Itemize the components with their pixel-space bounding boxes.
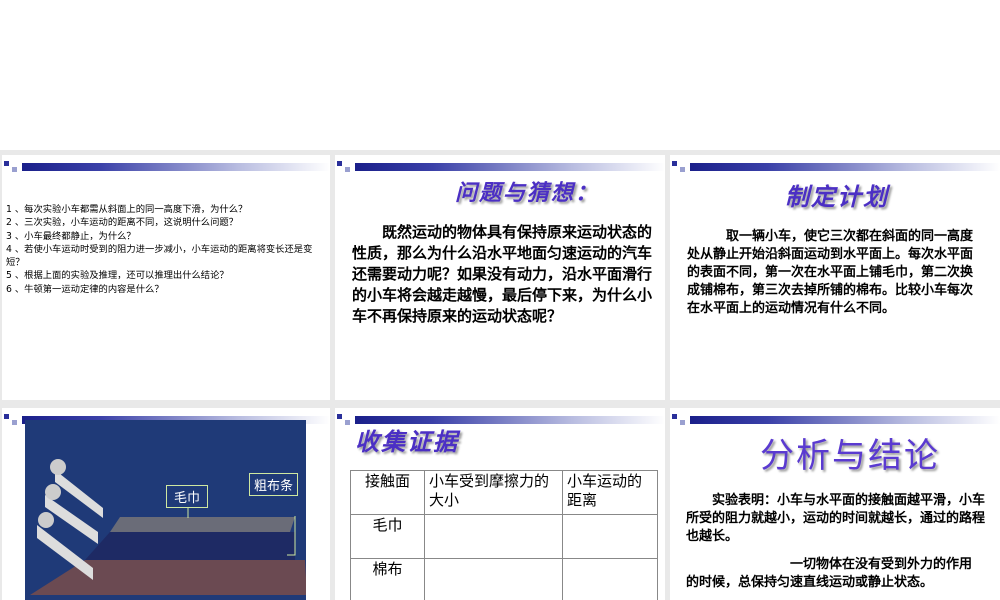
table-row: 毛巾: [350, 514, 658, 559]
slide-body-1: 实验表明：小车与水平面的接触面越平滑，小车所受的阻力就越小，运动的时间就越长，通…: [686, 493, 986, 544]
slide-header-bar: [2, 161, 330, 172]
label-towel: 毛巾: [166, 485, 209, 508]
table-cell: 毛巾: [350, 514, 425, 559]
table-header: 接触面: [350, 470, 425, 515]
question-item: 6 、牛顿第一运动定律的内容是什么？: [6, 283, 164, 295]
slide-thumbnail-2[interactable]: 问题与猜想： 既然运动的物体具有保持原来运动状态的性质，那么为什么沿水平地面匀速…: [335, 155, 665, 400]
slide-title: 收集证据: [355, 427, 459, 456]
question-item: 4 、若使小车运动时受到的阻力进一步减小，小车运动的距离将变长还是变短？: [6, 243, 313, 269]
table-cell: [424, 558, 563, 600]
experiment-image: 毛巾 粗布条: [25, 420, 307, 600]
question-item: 1 、每次实验小车都需从斜面上的同一高度下滑，为什么？: [6, 204, 248, 215]
slide-header-bar: [670, 414, 1000, 425]
question-list: 1 、每次实验小车都需从斜面上的同一高度下滑，为什么？ 2 、三次实验，小车运动…: [6, 203, 330, 296]
slide-thumbnail-4[interactable]: 毛巾 粗布条: [2, 408, 330, 600]
table-cell: [562, 514, 658, 559]
table-header: 小车运动的距离: [562, 470, 658, 515]
table-row: 棉布: [350, 558, 658, 600]
slide-thumbnail-3[interactable]: 制定计划 取一辆小车，使它三次都在斜面的同一高度处从静止开始沿斜面运动到水平面上…: [670, 155, 1000, 400]
label-coarse-cloth: 粗布条: [249, 473, 299, 496]
slide-thumbnail-5[interactable]: 收集证据 接触面 小车受到摩擦力的大小 小车运动的距离 毛巾 棉布: [335, 408, 665, 600]
slide-thumbnail-1[interactable]: 1 、每次实验小车都需从斜面上的同一高度下滑，为什么？ 2 、三次实验，小车运动…: [2, 155, 330, 400]
table-header: 小车受到摩擦力的大小: [424, 470, 563, 515]
slide-header-bar: [335, 161, 665, 172]
table-header-row: 接触面 小车受到摩擦力的大小 小车运动的距离: [350, 470, 658, 515]
slide-title: 分析与结论: [760, 436, 940, 476]
ramp-illustration: [30, 459, 307, 595]
slide-body: 既然运动的物体具有保持原来运动状态的性质，那么为什么沿水平地面匀速运动的汽车还需…: [352, 223, 653, 325]
question-item: 2 、三次实验，小车运动的距离不同，这说明什么问题？: [6, 217, 238, 229]
slide-title: 问题与猜想：: [455, 180, 600, 206]
slide-header-bar: [670, 161, 1000, 172]
table-cell: [562, 558, 658, 600]
slide-body-2: 一切物体在没有受到外力的作用的时候，总保持匀速直线运动或静止状态。: [686, 557, 973, 590]
question-item: 3 、小车最终都静止，为什么？: [6, 230, 136, 242]
table-cell: [424, 514, 563, 559]
slide-thumbnail-6[interactable]: 分析与结论 实验表明：小车与水平面的接触面越平滑，小车所受的阻力就越小，运动的时…: [670, 408, 1000, 600]
slide-body: 取一辆小车，使它三次都在斜面的同一高度处从静止开始沿斜面运动到水平面上。每次水平…: [687, 229, 974, 316]
evidence-table: 接触面 小车受到摩擦力的大小 小车运动的距离 毛巾 棉布: [350, 470, 658, 600]
table-cell: 棉布: [350, 558, 425, 600]
question-item: 5 、根据上面的实验及推理，还可以推理出什么结论？: [6, 270, 229, 282]
slide-title: 制定计划: [785, 182, 889, 211]
